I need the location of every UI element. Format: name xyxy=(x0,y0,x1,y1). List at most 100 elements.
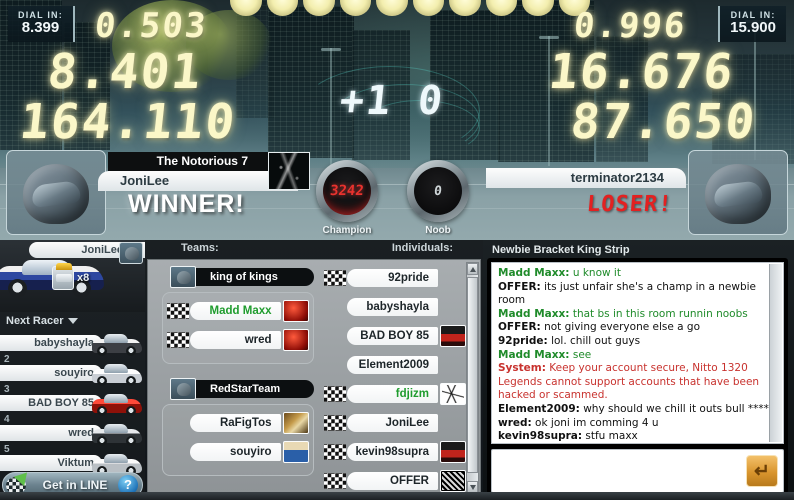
racer-queue-item[interactable]: 3 BAD BOY 85 xyxy=(0,384,145,420)
member-avatar[interactable] xyxy=(282,329,309,351)
racer-car-thumbnail xyxy=(90,421,144,448)
right-driver-portrait xyxy=(688,150,788,235)
team-header[interactable]: king of kings xyxy=(152,266,320,288)
team-header[interactable]: RedStarTeam xyxy=(152,378,320,400)
member-avatar[interactable] xyxy=(282,412,309,434)
chat-message: Madd Maxx: that bs in this room runnin n… xyxy=(498,308,777,322)
team-member-row[interactable]: souyiro xyxy=(167,440,309,464)
game-window: DIAL IN: 8.399 DIAL IN: 15.900 0.503 8.4… xyxy=(0,0,794,500)
team-member-row[interactable]: wred xyxy=(167,328,309,352)
individual-name: JoniLee xyxy=(346,414,438,432)
helmet-icon xyxy=(23,164,89,225)
race-result-stage: DIAL IN: 8.399 DIAL IN: 15.900 0.503 8.4… xyxy=(0,0,794,240)
individual-avatar[interactable] xyxy=(440,470,466,492)
chat-message: OFFER: not giving everyone else a go xyxy=(498,321,777,335)
right-margin-indicator: 0 xyxy=(415,78,447,124)
noob-gauge-value: 0 xyxy=(433,183,443,199)
teams-header: Teams: xyxy=(181,242,219,254)
left-team-name: The Notorious 7 xyxy=(108,152,278,171)
racer-position: 2 xyxy=(4,354,10,365)
checkered-flag-icon xyxy=(324,299,346,315)
checkered-flag-icon xyxy=(167,303,189,319)
my-avatar[interactable] xyxy=(119,242,143,264)
right-result-text: LOSER! xyxy=(585,192,674,217)
chat-message-author: OFFER: xyxy=(498,280,541,293)
individual-name: fdjizm xyxy=(346,385,438,403)
scrollbar-thumb[interactable] xyxy=(467,277,478,473)
chat-input-area[interactable]: ↵ xyxy=(491,449,784,493)
lane-line xyxy=(0,208,794,209)
champion-gauge-label: Champion xyxy=(322,225,372,236)
left-team-logo xyxy=(268,152,310,190)
champion-gauge: 3242 Champion xyxy=(311,160,383,236)
racer-queue-item[interactable]: 2 souyiro xyxy=(0,354,145,390)
individual-name: babyshayla xyxy=(346,298,438,316)
individual-avatar[interactable] xyxy=(440,441,466,463)
chat-message: kevin98supra: stfu maxx xyxy=(498,430,777,443)
member-name: wred xyxy=(190,331,281,349)
individual-name: OFFER xyxy=(346,472,438,490)
noob-gauge: 0 Noob xyxy=(402,160,474,236)
chevron-down-icon xyxy=(68,318,79,324)
chat-panel: Newbie Bracket King Strip Madd Maxx: u k… xyxy=(483,240,794,500)
chat-message-log[interactable]: Madd Maxx: u know it OFFER: its just unfa… xyxy=(491,262,784,444)
individuals-scrollbar[interactable] xyxy=(466,262,479,494)
individual-name: 92pride xyxy=(346,269,438,287)
individual-row[interactable]: OFFER xyxy=(323,469,466,493)
checkered-flag-icon xyxy=(167,332,189,348)
individual-row[interactable]: kevin98supra xyxy=(323,440,466,464)
individual-avatar[interactable] xyxy=(440,325,466,347)
right-speed: 87.650 xyxy=(567,94,759,150)
scroll-up-button[interactable] xyxy=(467,263,478,275)
chat-message: OFFER: its just unfair she's a champ in … xyxy=(498,281,777,308)
racer-queue-item[interactable]: 4 wred xyxy=(0,414,145,450)
chat-message-author: 92pride: xyxy=(498,334,548,347)
individual-name: Element2009 xyxy=(346,356,438,374)
checkered-flag-icon xyxy=(324,357,346,373)
triangle-down-icon xyxy=(469,484,476,490)
next-racer-header[interactable]: Next Racer xyxy=(0,312,145,330)
racer-queue-item[interactable]: babyshayla xyxy=(0,330,145,360)
individual-row[interactable]: Element2009 xyxy=(324,353,466,377)
individuals-header: Individuals: xyxy=(391,242,453,254)
chat-scrollbar[interactable] xyxy=(769,264,782,442)
racer-name: BAD BOY 85 xyxy=(0,395,102,411)
dial-in-right: DIAL IN: 15.900 xyxy=(718,6,786,42)
roster-body: king of kings Madd Maxx wred RedStarTeam RaF… xyxy=(147,259,481,497)
team-member-box: Madd Maxx wred xyxy=(162,292,314,364)
checkered-flag-icon xyxy=(323,270,346,286)
member-avatar[interactable] xyxy=(282,441,309,463)
chat-room-title: Newbie Bracket King Strip xyxy=(492,244,630,256)
dial-in-right-value: 15.900 xyxy=(730,19,776,37)
teams-column: king of kings Madd Maxx wred RedStarTeam RaF… xyxy=(148,260,322,496)
chat-message-text: lol. chill out guys xyxy=(547,334,641,347)
chat-message-text: see xyxy=(569,348,592,361)
right-user-name: terminator2134 xyxy=(486,168,686,188)
badge-count: x8 xyxy=(77,272,90,284)
individual-row[interactable]: BAD BOY 85 xyxy=(324,324,466,348)
team-member-box: RaFigTos souyiro xyxy=(162,404,314,476)
member-name: souyiro xyxy=(190,443,281,461)
individual-name: kevin98supra xyxy=(346,443,438,461)
left-reaction-time: 0.503 xyxy=(92,6,210,46)
team-member-row[interactable]: RaFigTos xyxy=(167,411,309,435)
member-avatar[interactable] xyxy=(282,300,309,322)
individual-row[interactable]: JoniLee xyxy=(323,411,466,435)
individuals-column: 92pride babyshayla BAD BOY 85 Element2009 fd… xyxy=(322,260,480,496)
team-logo xyxy=(170,266,196,288)
overhead-light-row xyxy=(230,0,590,16)
left-elapsed-time: 8.401 xyxy=(45,44,206,100)
chat-message: System: Keep your account secure, Nitto … xyxy=(498,362,777,403)
chat-message-text: stfu maxx xyxy=(582,430,638,443)
dial-in-left: DIAL IN: 8.399 xyxy=(8,6,75,42)
individual-row[interactable]: babyshayla xyxy=(324,295,466,319)
individual-row[interactable]: 92pride xyxy=(323,266,466,290)
chat-message: 92pride: lol. chill out guys xyxy=(498,335,777,349)
chat-message-text: not giving everyone else a go xyxy=(540,321,701,334)
member-name: RaFigTos xyxy=(190,414,281,432)
individual-avatar[interactable] xyxy=(440,383,466,405)
team-member-row[interactable]: Madd Maxx xyxy=(167,299,309,323)
right-player-banner: terminator2134 xyxy=(486,168,686,188)
individual-row[interactable]: fdjizm xyxy=(323,382,466,406)
send-message-button[interactable]: ↵ xyxy=(746,455,778,487)
